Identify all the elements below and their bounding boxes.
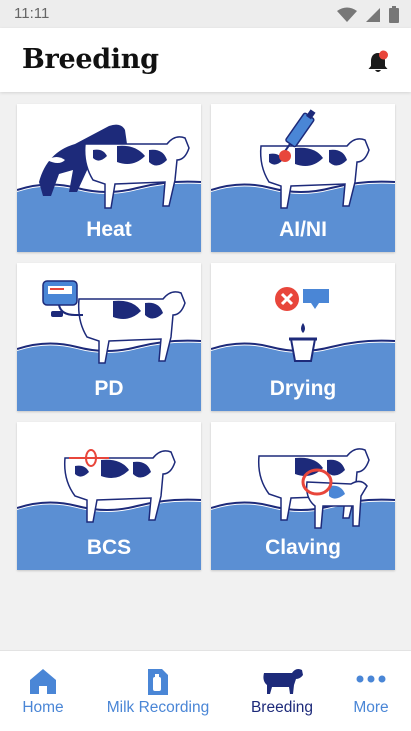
bottom-navigation: Home Milk Recording Breeding More — [0, 650, 411, 731]
nav-milk-recording-label: Milk Recording — [106, 699, 210, 716]
tile-pd[interactable]: PD — [17, 263, 201, 411]
tile-label: AI/NI — [279, 218, 327, 241]
tile-label: Drying — [269, 377, 337, 400]
app-bar: Breeding — [0, 28, 411, 92]
tile-bcs[interactable]: BCS — [17, 422, 201, 570]
bell-icon — [368, 50, 388, 72]
nav-breeding[interactable]: Breeding — [244, 651, 320, 731]
signal-icon — [366, 7, 380, 22]
nav-home[interactable]: Home — [0, 651, 86, 731]
more-dots-icon — [356, 675, 386, 683]
home-icon — [30, 669, 56, 694]
nav-milk-recording[interactable]: Milk Recording — [100, 651, 216, 731]
tile-drying[interactable]: Drying — [211, 263, 395, 411]
cow-icon — [263, 669, 303, 694]
status-icons — [337, 6, 399, 23]
tile-label: Claving — [265, 536, 341, 559]
nav-home-label: Home — [22, 699, 64, 716]
tile-label: PD — [94, 377, 124, 400]
milk-report-icon — [148, 669, 168, 695]
page-title: Breeding — [22, 44, 159, 75]
notification-button[interactable] — [367, 50, 389, 79]
nav-more-label: More — [353, 699, 389, 716]
tile-heat[interactable]: Heat — [17, 104, 201, 252]
battery-icon — [389, 6, 399, 23]
status-time: 11:11 — [14, 5, 50, 22]
nav-breeding-label: Breeding — [250, 699, 314, 716]
tile-ai-ni[interactable]: AI/NI — [211, 104, 395, 252]
tile-label: Heat — [86, 218, 132, 241]
wifi-icon — [337, 7, 357, 22]
nav-more[interactable]: More — [340, 651, 402, 731]
tile-label: BCS — [86, 536, 132, 559]
notification-dot — [379, 50, 388, 60]
tile-claving[interactable]: Claving — [211, 422, 395, 570]
status-bar: 11:11 — [0, 0, 411, 28]
